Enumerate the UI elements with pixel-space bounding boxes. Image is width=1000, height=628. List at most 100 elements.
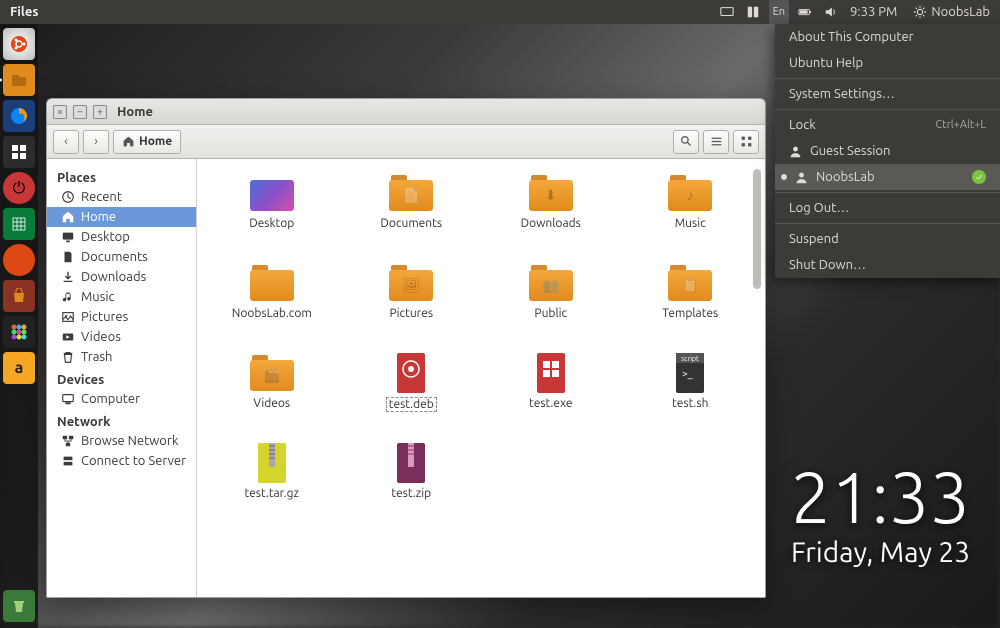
launcher-dash[interactable]	[3, 28, 35, 60]
view-list-button[interactable]	[703, 130, 729, 154]
scrollbar-thumb[interactable]	[753, 169, 761, 289]
display-indicator-icon[interactable]	[714, 0, 740, 24]
firefox-icon	[9, 106, 29, 126]
sidebar-header-places: Places	[47, 165, 196, 187]
session-indicator[interactable]: NoobsLab	[903, 5, 1000, 19]
grid-icon	[11, 144, 27, 160]
sidebar-header-network: Network	[47, 409, 196, 431]
window-toolbar: ‹ › Home	[47, 125, 765, 159]
script-file-icon: script>_	[672, 351, 708, 395]
menu-about-computer[interactable]: About This Computer	[775, 24, 1000, 50]
menu-user-noobslab[interactable]: NoobsLab	[775, 164, 1000, 190]
view-grid-button[interactable]	[733, 130, 759, 154]
menu-separator	[775, 223, 1000, 224]
archive-file-icon	[254, 441, 290, 485]
sidebar-recent[interactable]: Recent	[47, 187, 196, 207]
sidebar-connect-server[interactable]: Connect to Server	[47, 451, 196, 471]
list-icon	[710, 135, 723, 148]
window-titlebar[interactable]: × – + Home	[47, 99, 765, 125]
top-panel: Files En 9:33 PM NoobsLab	[0, 0, 1000, 24]
battery-indicator-icon[interactable]	[792, 0, 818, 24]
clock-indicator[interactable]: 9:33 PM	[844, 0, 903, 24]
session-user-label: NoobsLab	[931, 5, 990, 19]
menu-shutdown[interactable]: Shut Down…	[775, 252, 1000, 278]
folder-icon: 📄	[389, 175, 433, 211]
ubuntu-icon	[10, 35, 28, 53]
content-scrollbar[interactable]	[753, 169, 763, 587]
window-close-button[interactable]: ×	[53, 105, 67, 119]
file-test-targz[interactable]: test.tar.gz	[207, 443, 337, 529]
menu-suspend[interactable]: Suspend	[775, 226, 1000, 252]
files-window: × – + Home ‹ › Home Places Recent Home D…	[46, 98, 766, 598]
launcher-app-grid[interactable]	[3, 316, 35, 348]
unity-launcher: ⏻ a	[0, 24, 38, 628]
menu-ubuntu-help[interactable]: Ubuntu Help	[775, 50, 1000, 76]
file-test-deb[interactable]: test.deb	[347, 353, 477, 439]
launcher-app-7[interactable]	[3, 244, 35, 276]
bag-icon	[11, 288, 27, 304]
videos-icon	[61, 330, 75, 344]
sidebar-browse-network[interactable]: Browse Network	[47, 431, 196, 451]
file-test-zip[interactable]: test.zip	[347, 443, 477, 529]
sidebar-desktop[interactable]: Desktop	[47, 227, 196, 247]
keyboard-indicator-icon[interactable]	[740, 0, 766, 24]
file-videos[interactable]: 🎬Videos	[207, 353, 337, 439]
file-test-exe[interactable]: test.exe	[486, 353, 616, 439]
shortcut-label: Ctrl+Alt+L	[936, 119, 986, 131]
file-desktop[interactable]: Desktop	[207, 173, 337, 259]
svg-text:script: script	[682, 355, 700, 363]
desktop-clock-widget: 21:33 Friday, May 23	[790, 461, 970, 568]
sidebar-trash[interactable]: Trash	[47, 347, 196, 367]
home-icon	[61, 210, 75, 224]
sidebar-documents[interactable]: Documents	[47, 247, 196, 267]
sidebar-home[interactable]: Home	[47, 207, 196, 227]
sidebar-downloads[interactable]: Downloads	[47, 267, 196, 287]
sidebar-computer[interactable]: Computer	[47, 389, 196, 409]
menu-system-settings[interactable]: System Settings…	[775, 81, 1000, 107]
file-pictures[interactable]: 🖼Pictures	[347, 263, 477, 349]
desktop-time: 21:33	[790, 461, 970, 533]
launcher-amazon[interactable]: a	[3, 352, 35, 384]
nav-back-button[interactable]: ‹	[53, 130, 79, 154]
launcher-software-center[interactable]	[3, 280, 35, 312]
sidebar-music[interactable]: Music	[47, 287, 196, 307]
home-icon	[122, 135, 135, 148]
launcher-app-6[interactable]	[3, 208, 35, 240]
folder-icon: 🖼	[389, 265, 433, 301]
folder-icon: 🎬	[250, 355, 294, 391]
launcher-files[interactable]	[3, 64, 35, 96]
exe-file-icon	[533, 351, 569, 395]
window-minimize-button[interactable]: –	[73, 105, 87, 119]
file-downloads[interactable]: ⬇Downloads	[486, 173, 616, 259]
menu-guest-session[interactable]: Guest Session	[775, 138, 1000, 164]
file-templates[interactable]: 📋Templates	[626, 263, 756, 349]
launcher-firefox[interactable]	[3, 100, 35, 132]
search-button[interactable]	[673, 130, 699, 154]
desktop-icon	[61, 230, 75, 244]
grid-icon	[740, 135, 753, 148]
active-app-title[interactable]: Files	[0, 5, 48, 19]
launcher-app-4[interactable]	[3, 136, 35, 168]
server-icon	[61, 454, 75, 468]
sidebar-pictures[interactable]: Pictures	[47, 307, 196, 327]
folder-icon: 📋	[668, 265, 712, 301]
folder-icon	[250, 265, 294, 301]
launcher-trash[interactable]	[3, 590, 35, 622]
nav-forward-button[interactable]: ›	[83, 130, 109, 154]
file-grid[interactable]: Desktop 📄Documents ⬇Downloads ♪Music Noo…	[197, 159, 765, 597]
window-maximize-button[interactable]: +	[93, 105, 107, 119]
menu-separator	[775, 78, 1000, 79]
launcher-app-5[interactable]: ⏻	[3, 172, 35, 204]
path-home-button[interactable]: Home	[113, 130, 181, 154]
sidebar-videos[interactable]: Videos	[47, 327, 196, 347]
file-noobslab[interactable]: NoobsLab.com	[207, 263, 337, 349]
file-public[interactable]: 👥Public	[486, 263, 616, 349]
language-indicator[interactable]: En	[769, 0, 789, 24]
computer-icon	[61, 392, 75, 406]
menu-lock[interactable]: LockCtrl+Alt+L	[775, 112, 1000, 138]
file-documents[interactable]: 📄Documents	[347, 173, 477, 259]
file-music[interactable]: ♪Music	[626, 173, 756, 259]
sound-indicator-icon[interactable]	[818, 0, 844, 24]
menu-logout[interactable]: Log Out…	[775, 195, 1000, 221]
file-test-sh[interactable]: script>_test.sh	[626, 353, 756, 439]
